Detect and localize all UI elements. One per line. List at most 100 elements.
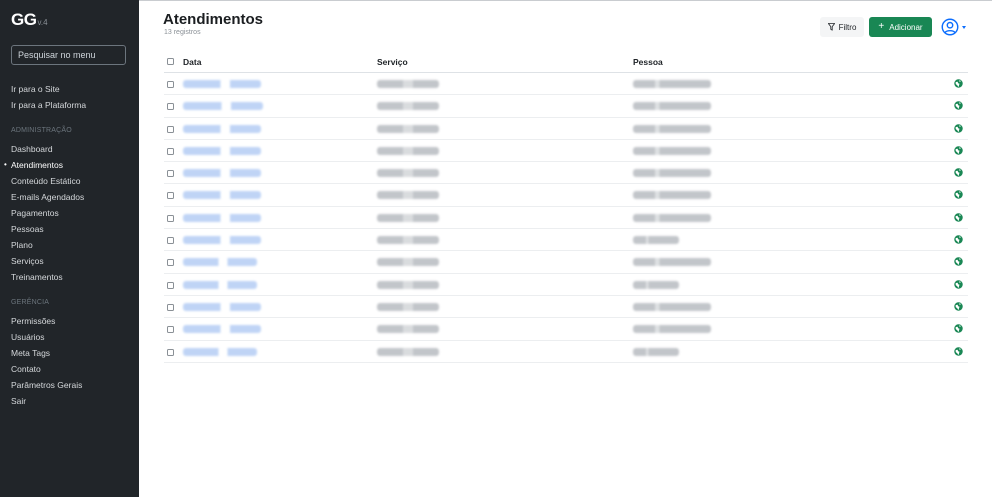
table-row[interactable] bbox=[164, 184, 968, 207]
table-row[interactable] bbox=[164, 229, 968, 252]
cell-date-blurred[interactable] bbox=[183, 80, 261, 88]
globe-icon[interactable] bbox=[954, 324, 963, 333]
sidebar-item-parametros-gerais[interactable]: Parâmetros Gerais bbox=[11, 380, 82, 390]
table-row[interactable] bbox=[164, 162, 968, 185]
sidebar-item-usuarios[interactable]: Usuários bbox=[11, 332, 45, 342]
select-all-checkbox[interactable] bbox=[167, 58, 174, 65]
globe-icon[interactable] bbox=[954, 190, 963, 200]
cell-date-blurred[interactable] bbox=[183, 169, 261, 178]
add-label: Adicionar bbox=[889, 22, 923, 32]
cell-date-blurred[interactable] bbox=[183, 236, 261, 245]
user-menu[interactable] bbox=[941, 17, 969, 37]
cell-date-blurred[interactable] bbox=[183, 258, 257, 267]
sidebar-link-site[interactable]: Ir para o Site bbox=[11, 84, 60, 94]
cell-date-blurred[interactable] bbox=[183, 347, 257, 356]
table-row[interactable] bbox=[164, 118, 968, 140]
chevron-down-icon bbox=[962, 25, 966, 29]
sidebar-heading-administracao: ADMINISTRAÇÃO bbox=[11, 127, 72, 134]
cell-service-blurred bbox=[377, 146, 439, 155]
add-button[interactable]: + Adicionar bbox=[869, 17, 932, 37]
cell-service-blurred bbox=[377, 102, 439, 111]
cell-date-blurred[interactable] bbox=[183, 325, 261, 334]
cell-service-blurred bbox=[377, 236, 439, 245]
cell-date-blurred[interactable] bbox=[183, 213, 261, 222]
cell-person-blurred bbox=[633, 124, 711, 133]
globe-icon[interactable] bbox=[954, 123, 963, 133]
table-row[interactable] bbox=[164, 140, 968, 163]
cell-person-blurred bbox=[633, 236, 679, 245]
sidebar-item-emails-agendados[interactable]: E-mails Agendados bbox=[11, 192, 84, 202]
sidebar-item-conteudo-estatico[interactable]: Conteúdo Estático bbox=[11, 176, 80, 186]
sidebar-item-meta-tags[interactable]: Meta Tags bbox=[11, 348, 50, 358]
row-checkbox[interactable] bbox=[167, 348, 174, 356]
table-row[interactable] bbox=[164, 274, 968, 296]
table-row[interactable] bbox=[164, 73, 968, 96]
row-checkbox[interactable] bbox=[167, 214, 174, 222]
globe-icon[interactable] bbox=[954, 257, 963, 267]
row-checkbox[interactable] bbox=[167, 103, 174, 111]
sidebar-item-servicos[interactable]: Serviços bbox=[11, 256, 44, 266]
cell-service-blurred bbox=[377, 302, 439, 311]
cell-date-blurred[interactable] bbox=[183, 146, 261, 155]
row-checkbox[interactable] bbox=[167, 237, 174, 245]
globe-icon[interactable] bbox=[954, 302, 963, 311]
record-count: 13 registros bbox=[164, 29, 201, 36]
globe-icon[interactable] bbox=[954, 146, 963, 155]
table-row[interactable] bbox=[164, 318, 968, 341]
column-header-servico[interactable]: Serviço bbox=[377, 57, 408, 67]
table-row[interactable] bbox=[164, 95, 968, 118]
sidebar-link-platform[interactable]: Ir para a Plataforma bbox=[11, 100, 86, 110]
row-checkbox[interactable] bbox=[167, 303, 174, 311]
globe-icon[interactable] bbox=[954, 235, 963, 244]
menu-search-input[interactable] bbox=[11, 45, 126, 65]
globe-icon[interactable] bbox=[954, 101, 963, 111]
row-checkbox[interactable] bbox=[167, 170, 174, 178]
cell-person-blurred bbox=[633, 302, 711, 311]
table-row[interactable] bbox=[164, 207, 968, 230]
column-header-pessoa[interactable]: Pessoa bbox=[633, 57, 663, 67]
sidebar-item-treinamentos[interactable]: Treinamentos bbox=[11, 272, 63, 282]
sidebar-item-sair[interactable]: Sair bbox=[11, 396, 26, 406]
globe-icon[interactable] bbox=[954, 213, 963, 222]
sidebar-item-dashboard[interactable]: Dashboard bbox=[11, 144, 53, 154]
row-checkbox[interactable] bbox=[167, 326, 174, 334]
table-body bbox=[164, 73, 968, 363]
page-title: Atendimentos bbox=[163, 11, 264, 28]
cell-person-blurred bbox=[633, 102, 711, 111]
table-row[interactable] bbox=[164, 251, 968, 274]
cell-person-blurred bbox=[633, 213, 711, 222]
cell-date-blurred[interactable] bbox=[183, 102, 263, 111]
column-header-data[interactable]: Data bbox=[183, 57, 201, 67]
sidebar-item-atendimentos[interactable]: Atendimentos bbox=[4, 160, 63, 170]
row-checkbox[interactable] bbox=[167, 81, 174, 88]
cell-date-blurred[interactable] bbox=[183, 124, 261, 133]
cell-person-blurred bbox=[633, 258, 711, 267]
globe-icon[interactable] bbox=[954, 346, 963, 356]
table-row[interactable] bbox=[164, 341, 968, 363]
sidebar-item-pagamentos[interactable]: Pagamentos bbox=[11, 208, 59, 218]
brand-logo[interactable]: GGv.4 bbox=[11, 10, 48, 30]
cell-date-blurred[interactable] bbox=[183, 280, 257, 289]
row-checkbox[interactable] bbox=[167, 192, 174, 200]
sidebar-item-contato[interactable]: Contato bbox=[11, 364, 41, 374]
globe-icon[interactable] bbox=[954, 79, 963, 88]
globe-icon[interactable] bbox=[954, 279, 963, 289]
cell-person-blurred bbox=[633, 146, 711, 155]
table-row[interactable] bbox=[164, 296, 968, 319]
globe-icon[interactable] bbox=[954, 168, 963, 177]
cell-date-blurred[interactable] bbox=[183, 302, 261, 311]
cell-service-blurred bbox=[377, 124, 439, 133]
row-checkbox[interactable] bbox=[167, 147, 174, 155]
row-checkbox[interactable] bbox=[167, 259, 174, 267]
sidebar: GGv.4 Ir para o Site Ir para a Plataform… bbox=[0, 0, 139, 497]
cell-person-blurred bbox=[633, 347, 679, 356]
row-checkbox[interactable] bbox=[167, 281, 174, 289]
filter-button[interactable]: Filtro bbox=[820, 17, 864, 37]
cell-service-blurred bbox=[377, 325, 439, 334]
cell-date-blurred[interactable] bbox=[183, 191, 261, 200]
sidebar-item-permissoes[interactable]: Permissões bbox=[11, 316, 55, 326]
sidebar-item-pessoas[interactable]: Pessoas bbox=[11, 224, 44, 234]
funnel-icon bbox=[827, 23, 835, 31]
sidebar-item-plano[interactable]: Plano bbox=[11, 240, 33, 250]
row-checkbox[interactable] bbox=[167, 125, 174, 133]
